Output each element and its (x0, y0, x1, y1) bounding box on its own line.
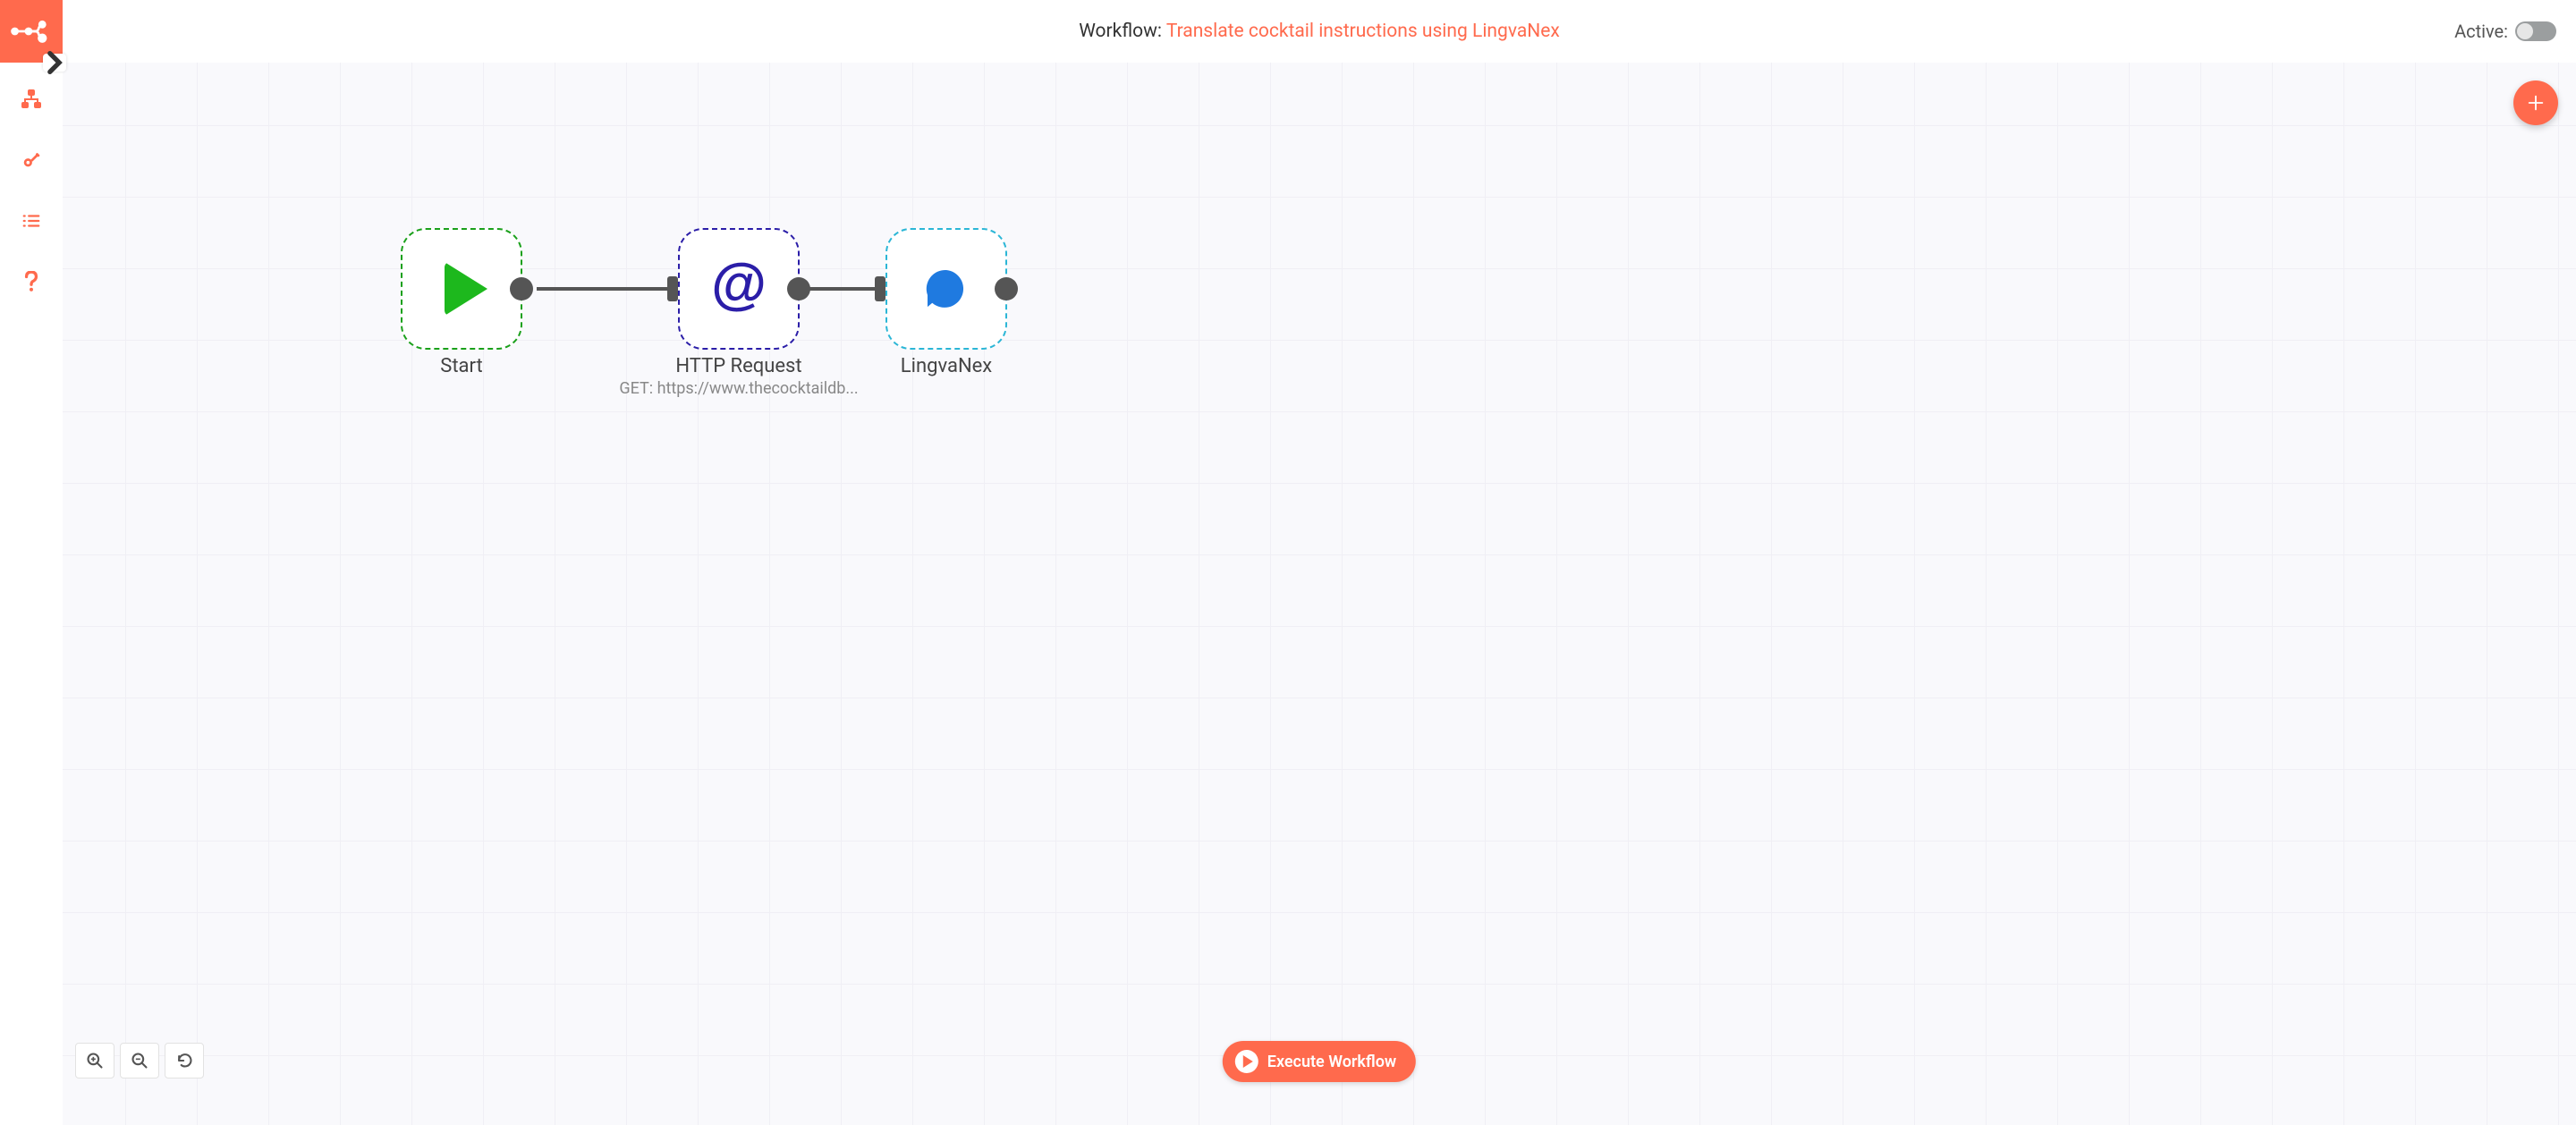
node-start[interactable]: Start (372, 228, 551, 377)
workflow-title-prefix: Workflow: (1079, 21, 1166, 42)
sidebar-item-credentials[interactable] (20, 148, 43, 172)
app-logo[interactable] (0, 0, 63, 63)
workflow-name[interactable]: Translate cocktail instructions using Li… (1166, 21, 1560, 42)
svg-text:@: @ (711, 258, 767, 315)
add-node-button[interactable] (2513, 80, 2558, 125)
execute-label: Execute Workflow (1267, 1053, 1396, 1071)
plus-icon (2526, 93, 2546, 113)
zoom-controls (75, 1043, 204, 1078)
play-circle-icon (1235, 1050, 1258, 1073)
workflows-icon (21, 89, 42, 110)
node-subtitle: GET: https://www.thecocktaildb... (619, 379, 858, 398)
key-icon (21, 150, 41, 170)
node-label: HTTP Request (675, 355, 801, 377)
port-out[interactable] (510, 277, 533, 300)
list-icon (21, 211, 41, 231)
node-lingvanex[interactable]: LingvaNex (857, 228, 1036, 377)
undo-icon (175, 1052, 193, 1070)
port-out[interactable] (995, 277, 1018, 300)
port-out[interactable] (787, 277, 810, 300)
active-label: Active: (2454, 21, 2508, 42)
question-icon (23, 271, 39, 292)
canvas[interactable]: Start @ HTTP Request GET: https://www.th… (63, 63, 2576, 1125)
zoom-reset-button[interactable] (165, 1043, 204, 1078)
sidebar-expand-button[interactable] (43, 54, 66, 72)
n8n-logo-icon (11, 18, 52, 45)
sidebar (0, 0, 63, 1125)
node-label: Start (440, 355, 482, 377)
zoom-in-button[interactable] (75, 1043, 114, 1078)
sidebar-item-executions[interactable] (20, 209, 43, 233)
execute-workflow-button[interactable]: Execute Workflow (1223, 1041, 1416, 1082)
sidebar-item-workflows[interactable] (20, 88, 43, 111)
at-sign-icon: @ (708, 258, 770, 320)
header: Workflow: Translate cocktail instruction… (63, 0, 2576, 63)
workflow-title: Workflow: Translate cocktail instruction… (1079, 21, 1560, 42)
node-label: LingvaNex (901, 355, 992, 377)
port-in[interactable] (667, 276, 678, 301)
zoom-out-icon (131, 1052, 148, 1070)
sidebar-item-help[interactable] (20, 270, 43, 293)
play-icon (445, 262, 487, 316)
port-in[interactable] (875, 276, 886, 301)
zoom-in-icon (86, 1052, 104, 1070)
node-http-request[interactable]: @ HTTP Request GET: https://www.thecockt… (614, 228, 864, 398)
zoom-out-button[interactable] (120, 1043, 159, 1078)
chevron-right-icon (43, 49, 66, 76)
lingvanex-icon (921, 264, 971, 314)
active-toggle[interactable] (2515, 21, 2556, 41)
